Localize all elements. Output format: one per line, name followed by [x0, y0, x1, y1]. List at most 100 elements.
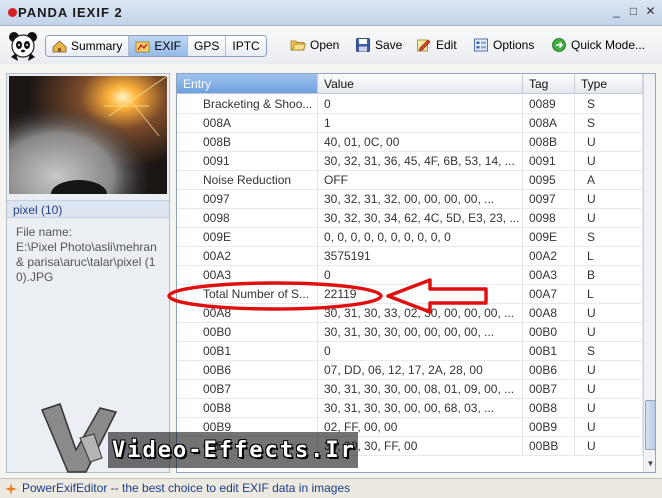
options-button[interactable]: Options: [473, 37, 534, 53]
value-cell: 30, 31, 30, 30, 00, 08, 01, 09, 00, ...: [318, 380, 523, 398]
value-cell: 3575191: [318, 247, 523, 265]
tag-cell: 0091: [523, 152, 575, 170]
open-button[interactable]: Open: [290, 37, 339, 53]
image-thumbnail[interactable]: [9, 76, 167, 194]
tag-cell: 00B8: [523, 399, 575, 417]
table-row[interactable]: 0097 30, 32, 31, 32, 00, 00, 00, 00, ... 0…: [177, 190, 643, 209]
panda-logo-icon: [9, 32, 37, 61]
tag-cell: 00B9: [523, 418, 575, 436]
edit-label: Edit: [436, 38, 457, 52]
value-cell: OFF: [318, 171, 523, 189]
tag-cell: 00B1: [523, 342, 575, 360]
tag-cell: 00B7: [523, 380, 575, 398]
edit-button[interactable]: Edit: [416, 37, 457, 53]
table-row[interactable]: 008A 1 008A S: [177, 114, 643, 133]
options-label: Options: [493, 38, 535, 52]
scrollbar-thumb[interactable]: [645, 400, 655, 450]
file-name-label: File name:: [16, 225, 73, 239]
minimize-button[interactable]: _: [609, 5, 624, 19]
type-cell: U: [575, 418, 643, 436]
table-row[interactable]: 00A2 3575191 00A2 L: [177, 247, 643, 266]
close-button[interactable]: ✕: [643, 5, 658, 19]
tag-cell: 0095: [523, 171, 575, 189]
type-cell: S: [575, 342, 643, 360]
tag-cell: 0089: [523, 95, 575, 113]
quick-mode-label: Quick Mode...: [571, 38, 646, 52]
table-row[interactable]: 008B 40, 01, 0C, 00 008B U: [177, 133, 643, 152]
type-cell: U: [575, 323, 643, 341]
tag-cell: 00BB: [523, 437, 575, 455]
scroll-down-arrow-icon[interactable]: ▼: [645, 458, 655, 470]
entry-cell: Noise Reduction: [177, 171, 318, 189]
image-title: pixel (10): [7, 200, 169, 218]
table-row[interactable]: 00B0 30, 31, 30, 30, 00, 00, 00, 00, ... 0…: [177, 323, 643, 342]
tab-iptc[interactable]: IPTC: [226, 36, 266, 56]
entry-cell: 0091: [177, 152, 318, 170]
type-cell: L: [575, 285, 643, 303]
table-row[interactable]: Bracketing & Shoo... 0 0089 S: [177, 95, 643, 114]
sparkle-icon: [5, 483, 17, 495]
entry-cell: 009E: [177, 228, 318, 246]
type-cell: U: [575, 209, 643, 227]
app-title-text: PANDA IEXIF 2: [18, 5, 123, 20]
value-cell: 30, 32, 31, 32, 00, 00, 00, 00, ...: [318, 190, 523, 208]
status-text: PowerExifEditor -- the best choice to ed…: [22, 481, 351, 495]
tab-exif-label: EXIF: [154, 39, 182, 53]
value-cell: 0, 0, 0, 0, 0, 0, 0, 0, 0, 0: [318, 228, 523, 246]
view-tabs: Summary EXIF GPS IPTC: [45, 35, 267, 57]
type-cell: B: [575, 266, 643, 284]
type-cell: U: [575, 152, 643, 170]
column-header-value[interactable]: Value: [318, 74, 523, 93]
type-cell: U: [575, 399, 643, 417]
type-cell: U: [575, 361, 643, 379]
type-cell: S: [575, 114, 643, 132]
tag-cell: 00B0: [523, 323, 575, 341]
tag-cell: 009E: [523, 228, 575, 246]
entry-cell: 008B: [177, 133, 318, 151]
value-cell: 30, 32, 30, 34, 62, 4C, 5D, E3, 23, ...: [318, 209, 523, 227]
type-cell: L: [575, 247, 643, 265]
value-cell: 30, 32, 31, 36, 45, 4F, 6B, 53, 14, ...: [318, 152, 523, 170]
table-row[interactable]: 00B7 30, 31, 30, 30, 00, 08, 01, 09, 00, …: [177, 380, 643, 399]
quick-mode-button[interactable]: Quick Mode...: [551, 37, 645, 53]
tag-cell: 00A2: [523, 247, 575, 265]
table-row[interactable]: Noise Reduction OFF 0095 A: [177, 171, 643, 190]
entry-cell: 00B6: [177, 361, 318, 379]
table-row[interactable]: 009E 0, 0, 0, 0, 0, 0, 0, 0, 0, 0 009E S: [177, 228, 643, 247]
table-row[interactable]: 0091 30, 32, 31, 36, 45, 4F, 6B, 53, 14, …: [177, 152, 643, 171]
value-cell: 0: [318, 95, 523, 113]
tab-gps-label: GPS: [194, 39, 220, 53]
entry-cell: 00A2: [177, 247, 318, 265]
table-row[interactable]: 0098 30, 32, 30, 34, 62, 4C, 5D, E3, 23, …: [177, 209, 643, 228]
table-row[interactable]: 00B1 0 00B1 S: [177, 342, 643, 361]
tab-summary[interactable]: Summary: [46, 36, 130, 56]
value-cell: 30, 31, 30, 30, 00, 00, 00, 00, ...: [318, 323, 523, 341]
maximize-button[interactable]: □: [626, 5, 641, 19]
logo-dot-icon: [8, 8, 17, 17]
value-cell: 1: [318, 114, 523, 132]
save-icon: [356, 38, 370, 52]
watermark-text: Video-Effects.Ir: [112, 438, 356, 463]
type-cell: U: [575, 304, 643, 322]
annotation-arrow-icon: [386, 278, 488, 314]
tag-cell: 0098: [523, 209, 575, 227]
house-icon: [52, 39, 67, 52]
value-cell: 40, 01, 0C, 00: [318, 133, 523, 151]
tab-gps[interactable]: GPS: [188, 36, 227, 56]
column-header-entry[interactable]: Entry: [177, 74, 318, 93]
tag-cell: 0097: [523, 190, 575, 208]
column-header-type[interactable]: Type: [575, 74, 643, 93]
column-header-tag[interactable]: Tag: [523, 74, 575, 93]
annotation-ellipse: [167, 281, 383, 311]
tab-exif[interactable]: EXIF: [129, 36, 189, 56]
tag-cell: 008B: [523, 133, 575, 151]
value-cell: 0: [318, 342, 523, 360]
table-row[interactable]: 00B6 07, DD, 06, 12, 17, 2A, 28, 00 00B6 U: [177, 361, 643, 380]
grid-header: Entry Value Tag Type: [177, 74, 643, 94]
options-icon: [474, 38, 488, 52]
vertical-scrollbar[interactable]: ▼: [643, 74, 655, 472]
type-cell: S: [575, 95, 643, 113]
save-button[interactable]: Save: [355, 37, 402, 53]
entry-cell: 0098: [177, 209, 318, 227]
entry-cell: 00B0: [177, 323, 318, 341]
